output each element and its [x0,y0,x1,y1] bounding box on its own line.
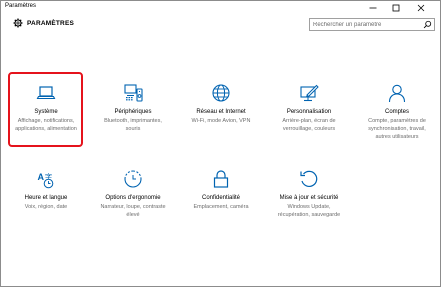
tile-options-ergonomie[interactable]: Options d'ergonomie Narrateur, loupe, co… [93,169,173,219]
title-bar[interactable]: Paramètres [1,1,440,14]
tile-peripheriques[interactable]: Périphériques Bluetooth, imprimantes, so… [93,83,173,133]
tile-reseau-internet[interactable]: Réseau et Internet Wi-Fi, mode Avion, VP… [181,83,261,125]
search-box[interactable] [309,18,435,31]
settings-window: Paramètres PARAMÈTRES Rechercher un para… [0,0,441,287]
search-icon[interactable] [423,20,432,29]
minimize-button[interactable] [363,1,383,14]
search-input[interactable] [310,19,420,30]
ease-of-access-icon [124,170,142,188]
time-language-icon: A 字 [38,172,54,189]
maximize-icon [392,4,400,11]
tile-confidentialite[interactable]: Confidentialité Emplacement, caméra [181,169,261,211]
tile-heure-langue[interactable]: A 字 Heure et langue Voix, région, date [6,169,86,211]
tile-label: Périphériques [114,109,152,115]
svg-text:A: A [38,172,45,182]
laptop-icon [36,86,56,100]
personalization-icon [300,84,319,102]
tile-description: Bluetooth, imprimantes, souris [104,118,162,132]
tile-personnalisation[interactable]: Personnalisation Arrière-plan, écran de … [269,83,349,133]
close-button[interactable] [411,1,431,14]
minimize-icon [369,7,377,8]
tile-systeme[interactable]: Système Affichage, notifications, applic… [6,83,86,133]
tile-label: Réseau et Internet [196,109,246,115]
maximize-button[interactable] [386,1,406,14]
tile-description: Arrière-plan, écran de verrouillage, cou… [282,118,336,132]
tile-description: Voix, région, date [24,204,68,210]
tile-description: Emplacement, caméra [193,204,249,210]
tile-mise-a-jour-securite[interactable]: Mise à jour et sécurité Windows Update, … [269,169,349,219]
tile-label: Heure et langue [24,195,68,201]
tile-label: Personnalisation [286,109,332,115]
update-icon [300,170,318,187]
tile-description: Compte, paramètres de synchronisation, t… [368,118,426,140]
lock-icon [213,170,229,188]
tile-description: Narrateur, loupe, contraste élevé [100,204,166,218]
devices-icon [124,84,143,102]
tile-comptes[interactable]: Comptes Compte, paramètres de synchronis… [357,83,437,141]
tile-description: Affichage, notifications, applications, … [15,118,77,132]
gear-icon [13,18,23,28]
tile-label: Mise à jour et sécurité [279,195,339,201]
window-title: Paramètres [5,3,37,9]
person-icon [388,84,406,103]
settings-header: PARAMÈTRES [1,14,440,38]
tile-description: Wi-Fi, mode Avion, VPN [191,118,251,124]
close-icon [417,4,425,11]
tile-label: Confidentialité [201,195,241,201]
page-title: PARAMÈTRES [27,20,75,27]
tile-description: Windows Update, récupération, sauvegarde [277,204,341,218]
globe-icon [212,84,230,102]
tile-label: Comptes [384,109,409,115]
tile-label: Options d'ergonomie [105,195,161,201]
tile-label: Système [34,109,58,115]
